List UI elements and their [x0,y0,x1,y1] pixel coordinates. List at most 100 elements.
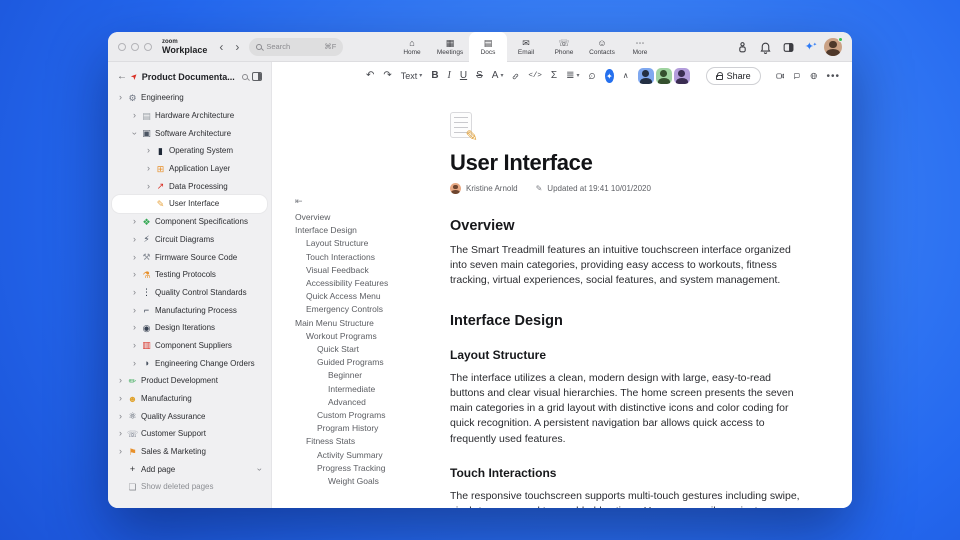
outline-item-custom-programs[interactable]: Custom Programs [295,409,450,422]
collapse-toolbar-button[interactable]: ∧ [623,71,629,81]
sidebar-item-operating-system[interactable]: › ▮ Operating System [112,142,267,160]
more-options-button[interactable]: ••• [826,71,840,82]
assistant-icon[interactable] [736,41,749,54]
chevron-right-icon[interactable]: › [145,181,152,190]
show-deleted-pages-button[interactable]: ›❏Show deleted pages [112,478,267,496]
sidebar-item-manufacturing-process[interactable]: › ⌐ Manufacturing Process [112,301,267,319]
ai-sparkle-icon[interactable]: ✦ ✦ [805,41,817,53]
outline-item-emergency-controls[interactable]: Emergency Controls [295,303,450,316]
chevron-right-icon[interactable]: › [117,447,124,456]
outline-item-weight-goals[interactable]: Weight Goals [295,475,450,488]
share-button[interactable]: Share [705,67,761,85]
sidebar-item-circuit-diagrams[interactable]: › ⚡ Circuit Diagrams [112,231,267,249]
chevron-right-icon[interactable]: › [117,411,124,420]
undo-button[interactable]: ↶ [366,71,374,81]
chevron-right-icon[interactable]: › [131,270,138,279]
chevron-right-icon[interactable]: › [131,287,138,296]
user-avatar[interactable] [824,37,843,56]
sidebar-item-manufacturing[interactable]: › ☻ Manufacturing [112,390,267,408]
outline-item-guided-programs[interactable]: Guided Programs [295,356,450,369]
outline-item-accessibility-features[interactable]: Accessibility Features [295,277,450,290]
document-body[interactable]: ✎ User Interface Kristine Arnold ✎ Updat… [450,90,852,508]
sidebar-item-software-architecture[interactable]: › ▣ Software Architecture [112,124,267,142]
chat-icon[interactable] [793,70,801,82]
tab-more[interactable]: ⋯ More [621,32,659,62]
chevron-right-icon[interactable]: › [117,93,124,102]
chevron-right-icon[interactable]: › [117,429,124,438]
outline-item-quick-start[interactable]: Quick Start [295,343,450,356]
sidebar-item-firmware-source-code[interactable]: › ⚒ Firmware Source Code [112,248,267,266]
sidebar-item-customer-support[interactable]: › ☏ Customer Support [112,425,267,443]
ai-companion-button[interactable]: ✦ [605,69,614,83]
sidebar-item-testing-protocols[interactable]: › ⚗ Testing Protocols [112,266,267,284]
chevron-right-icon[interactable]: › [145,164,152,173]
outline-item-main-menu-structure[interactable]: Main Menu Structure [295,317,450,330]
sidebar-item-quality-assurance[interactable]: › ⚛ Quality Assurance [112,407,267,425]
outline-item-progress-tracking[interactable]: Progress Tracking [295,462,450,475]
chevron-right-icon[interactable]: › [131,111,138,120]
sidebar-item-component-suppliers[interactable]: › ▥ Component Suppliers [112,337,267,355]
chevron-down-icon[interactable]: › [255,466,265,473]
sidebar-search-icon[interactable] [242,73,248,80]
bold-button[interactable]: B [431,71,438,81]
collaborator-avatar[interactable] [655,68,672,84]
formula-button[interactable]: Σ [551,71,557,81]
notifications-bell-icon[interactable] [759,41,772,54]
tab-home[interactable]: ⌂ Home [393,32,431,62]
outline-item-overview[interactable]: Overview [295,211,450,224]
chevron-right-icon[interactable]: › [117,376,124,385]
sidebar-item-user-interface[interactable]: ›✎User Interface [112,195,267,213]
underline-button[interactable]: U [460,71,467,81]
close-window-button[interactable] [118,42,126,51]
sidebar-item-engineering[interactable]: › ⚙ Engineering [112,89,267,107]
outline-item-interface-design[interactable]: Interface Design [295,224,450,237]
outline-item-beginner[interactable]: Beginner [295,369,450,382]
outline-item-touch-interactions[interactable]: Touch Interactions [295,251,450,264]
tab-phone[interactable]: ☏ Phone [545,32,583,62]
sidebar-back-button[interactable]: ← [117,71,127,82]
tab-docs[interactable]: ▤ Docs [469,32,507,62]
zoom-window-button[interactable] [144,42,152,51]
sidebar-item-engineering-change-orders[interactable]: › ◑ Engineering Change Orders [112,354,267,372]
globe-icon[interactable] [810,70,818,82]
sidebar-item-component-specifications[interactable]: › ❖ Component Specifications [112,213,267,231]
nav-back-button[interactable]: ‹ [219,40,223,54]
list-dropdown[interactable]: ≣ ▾ [566,71,579,81]
side-panel-toggle-icon[interactable] [782,41,795,54]
outline-item-intermediate[interactable]: Intermediate [295,383,450,396]
chevron-right-icon[interactable]: › [117,394,124,403]
collaborator-avatar[interactable] [673,68,690,84]
code-block-button[interactable]: </> [528,71,542,81]
chevron-right-icon[interactable]: › [131,217,138,226]
chevron-right-icon[interactable]: › [131,252,138,261]
outline-item-layout-structure[interactable]: Layout Structure [295,237,450,250]
text-color-dropdown[interactable]: A ▾ [492,71,504,81]
comment-icon[interactable] [588,70,596,82]
chevron-right-icon[interactable]: › [131,340,138,349]
chevron-right-icon[interactable]: › [145,146,152,155]
sidebar-collapse-icon[interactable] [252,72,262,81]
sidebar-item-design-iterations[interactable]: › ◉ Design Iterations [112,319,267,337]
document-title[interactable]: User Interface [450,150,806,176]
outline-item-advanced[interactable]: Advanced [295,396,450,409]
video-camera-icon[interactable] [776,70,785,82]
outline-item-visual-feedback[interactable]: Visual Feedback [295,264,450,277]
outline-item-activity-summary[interactable]: Activity Summary [295,449,450,462]
sidebar-item-product-development[interactable]: › ✏ Product Development [112,372,267,390]
chevron-right-icon[interactable]: › [131,234,138,243]
text-style-dropdown[interactable]: Text ▾ [401,71,423,81]
sidebar-item-data-processing[interactable]: › ↗ Data Processing [112,177,267,195]
window-controls[interactable] [118,42,152,51]
sidebar-item-quality-control-standards[interactable]: › ⋮ Quality Control Standards [112,284,267,302]
strikethrough-button[interactable]: S [476,71,483,81]
outline-item-program-history[interactable]: Program History [295,422,450,435]
sidebar-item-sales-marketing[interactable]: › ⚑ Sales & Marketing [112,443,267,461]
tab-meetings[interactable]: ▦ Meetings [431,32,469,62]
link-icon[interactable] [512,71,519,82]
tab-email[interactable]: ✉ Email [507,32,545,62]
collaborator-avatar[interactable] [637,68,654,84]
nav-forward-button[interactable]: › [235,40,239,54]
outline-item-quick-access-menu[interactable]: Quick Access Menu [295,290,450,303]
outline-collapse-icon[interactable]: ⇤ [295,196,450,207]
outline-item-workout-programs[interactable]: Workout Programs [295,330,450,343]
